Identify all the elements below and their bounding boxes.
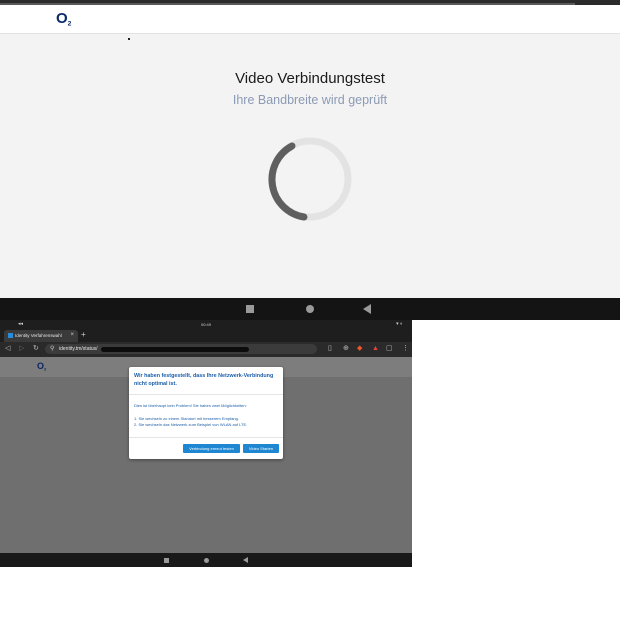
divider	[129, 437, 283, 438]
browser-tab[interactable]: Identity Verfahrenswahl ×	[4, 330, 78, 342]
home-button[interactable]	[204, 558, 209, 563]
recent-apps-button[interactable]	[246, 305, 254, 313]
page-subtitle: Ihre Bandbreite wird geprüft	[232, 93, 388, 107]
retry-connection-button[interactable]: Verbindung erneut testen	[183, 444, 240, 453]
url-text: identity.tm/status/	[59, 346, 98, 352]
redacted-url-part	[101, 347, 249, 352]
site-info-icon[interactable]: ⚲	[50, 345, 54, 352]
page-title: Video Verbindungstest	[235, 70, 385, 87]
divider	[129, 394, 283, 395]
back-button[interactable]	[243, 557, 248, 563]
back-icon[interactable]: ◁	[5, 344, 10, 354]
brave-shield-icon[interactable]: ◆	[357, 344, 362, 354]
download-icon[interactable]: ⊕	[343, 344, 349, 354]
tab-title: Identity Verfahrenswahl	[15, 333, 62, 338]
bookmark-icon[interactable]: ▯	[328, 344, 332, 354]
rewards-icon[interactable]: ▲	[372, 344, 379, 354]
network-warning-dialog: Wir haben festgestellt, dass Ihre Netzwe…	[129, 367, 283, 459]
tablet-status-bar: ◂◂ 00:49 ▾ ◐	[0, 320, 412, 329]
browser-tab-strip: Identity Verfahrenswahl × +	[0, 329, 412, 342]
browser-toolbar: ◁ ▷ ↻ ⚲ identity.tm/status/ ▯ ⊕ ◆ ▲ ▢ ⋮	[0, 342, 412, 357]
close-tab-icon[interactable]: ×	[70, 332, 74, 338]
dialog-title: Wir haben festgestellt, dass Ihre Netzwe…	[134, 373, 274, 387]
loading-spinner-icon	[268, 137, 352, 221]
status-right-icons: ▾ ◐	[396, 321, 403, 327]
o2-logo[interactable]: O2	[56, 10, 71, 27]
site-header: O2	[0, 5, 620, 34]
home-button[interactable]	[306, 305, 314, 313]
address-bar[interactable]: ⚲ identity.tm/status/	[45, 344, 317, 354]
menu-icon[interactable]: ⋮	[402, 344, 409, 354]
recent-apps-button[interactable]	[164, 558, 169, 563]
back-button[interactable]	[363, 304, 371, 314]
tabs-count-icon[interactable]: ▢	[386, 344, 393, 354]
android-nav-bar	[0, 298, 620, 320]
tablet-nav-bar	[0, 553, 412, 567]
cursor-dot	[128, 38, 130, 40]
reload-icon[interactable]: ↻	[33, 344, 39, 354]
dialog-intro: Dies ist überhaupt kein Problem! Sie hab…	[134, 403, 247, 408]
status-time: 00:49	[200, 322, 211, 327]
dialog-option-1: 1. Sie wechseln zu einem Standort mit be…	[134, 416, 239, 421]
new-tab-button[interactable]: +	[81, 330, 86, 339]
tablet-screenshot: ◂◂ 00:49 ▾ ◐ Identity Verfahrenswahl × +…	[0, 320, 412, 567]
forward-icon[interactable]: ▷	[19, 344, 24, 354]
o2-logo[interactable]: O2	[37, 361, 46, 371]
start-video-button[interactable]: Video Starten	[243, 444, 279, 453]
dialog-option-2: 2. Sie wechseln das Netzwerk zum Beispie…	[134, 422, 248, 427]
favicon-icon	[8, 333, 13, 338]
